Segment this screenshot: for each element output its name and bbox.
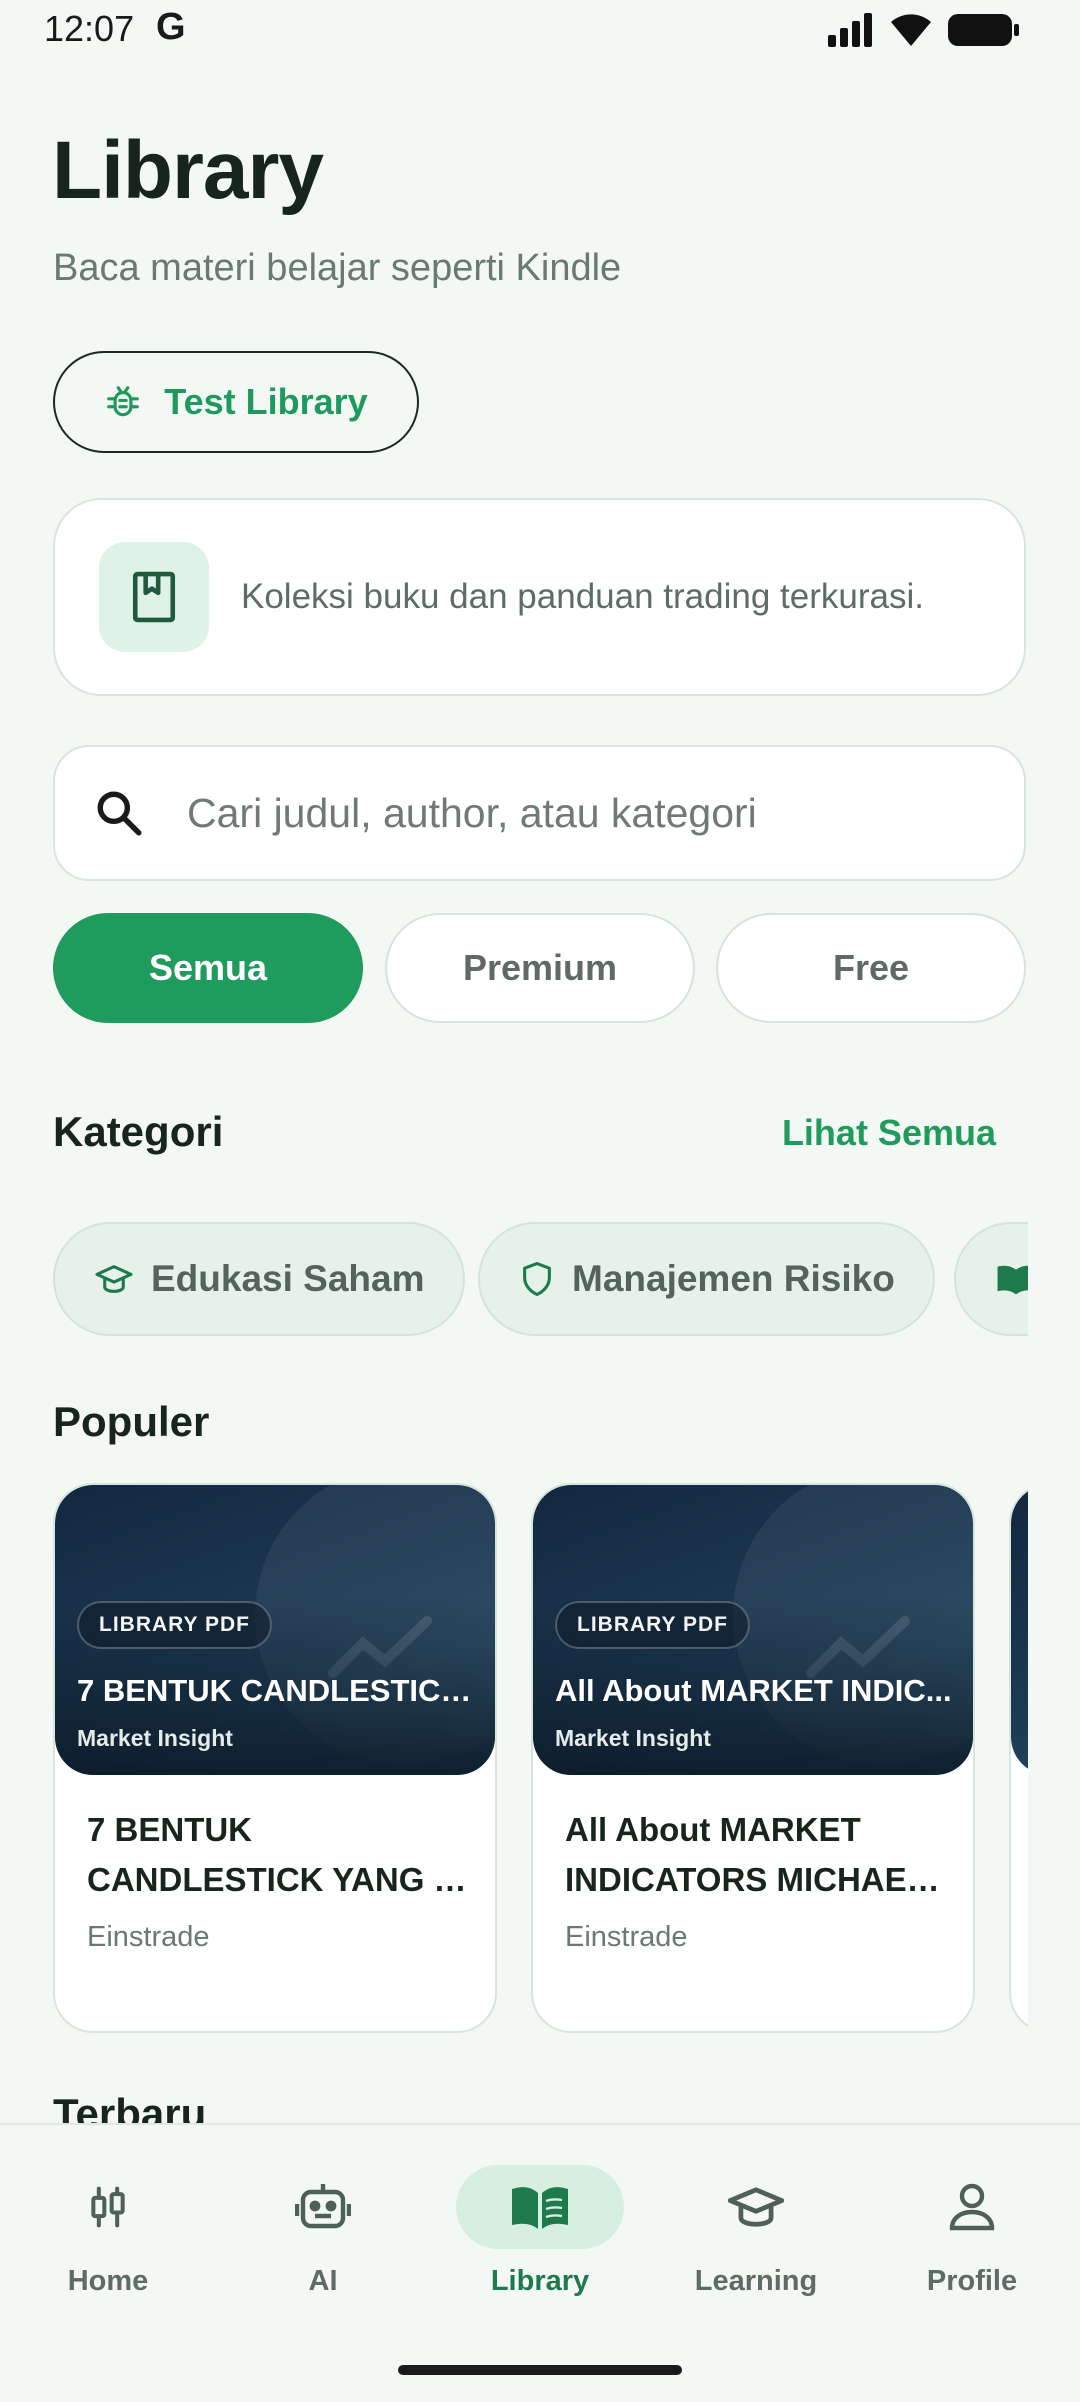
robot-icon <box>295 2184 351 2229</box>
nav-home[interactable]: Home <box>8 2165 208 2325</box>
search-icon <box>91 785 147 841</box>
battery-icon <box>948 14 1019 46</box>
nav-label: Profile <box>926 2265 1018 2297</box>
test-library-button[interactable]: Test Library <box>53 351 419 453</box>
shield-icon <box>523 1262 551 1296</box>
book-cover <box>1011 1485 1028 1775</box>
book-author: Einstrade <box>565 1921 688 1953</box>
open-book-icon <box>997 1265 1028 1295</box>
nav-label: Library <box>490 2265 590 2297</box>
nav-pill <box>239 2165 407 2249</box>
filter-semua[interactable]: Semua <box>53 913 363 1023</box>
category-row: Edukasi Saham Manajemen Risiko <box>53 1222 1028 1338</box>
google-icon: G <box>156 6 186 48</box>
page-subtitle: Baca materi belajar seperti Kindle <box>53 247 622 289</box>
wifi-icon <box>891 14 931 46</box>
book-card[interactable]: LIBRARY PDF 7 BENTUK CANDLESTICK... Mark… <box>53 1483 497 2033</box>
info-text: Koleksi buku dan panduan trading terkura… <box>241 577 924 616</box>
popular-row: LIBRARY PDF 7 BENTUK CANDLESTICK... Mark… <box>53 1483 1028 2035</box>
category-chip-more[interactable] <box>954 1222 1028 1336</box>
book-card-partial[interactable] <box>1009 1483 1028 2033</box>
nav-ai[interactable]: AI <box>223 2165 423 2325</box>
nav-pill <box>888 2165 1056 2249</box>
populer-title: Populer <box>53 1398 210 1445</box>
status-icons <box>828 12 1020 48</box>
cover-badge: LIBRARY PDF <box>555 1601 751 1649</box>
category-label: Edukasi Saham <box>151 1258 425 1299</box>
test-library-label: Test Library <box>164 381 368 422</box>
cover-title: All About MARKET INDIC... <box>555 1673 952 1708</box>
kategori-title: Kategori <box>53 1108 224 1155</box>
info-icon-box <box>99 542 209 652</box>
signal-icon <box>828 13 872 47</box>
nav-label: Learning <box>694 2265 818 2297</box>
category-chip-edukasi-saham[interactable]: Edukasi Saham <box>53 1222 465 1336</box>
filter-premium[interactable]: Premium <box>385 913 695 1023</box>
graduation-cap-icon <box>728 2187 784 2227</box>
nav-label: Home <box>67 2265 149 2297</box>
nav-pill-active <box>456 2165 624 2249</box>
filter-free[interactable]: Free <box>716 913 1026 1023</box>
open-book-icon <box>512 2187 568 2229</box>
nav-profile[interactable]: Profile <box>872 2165 1072 2325</box>
search-input[interactable] <box>185 788 969 838</box>
home-indicator[interactable] <box>398 2365 682 2375</box>
cover-subtitle: Market Insight <box>77 1725 233 1751</box>
page-title: Library <box>52 125 324 216</box>
nav-learning[interactable]: Learning <box>656 2165 856 2325</box>
cover-badge: LIBRARY PDF <box>77 1601 273 1649</box>
category-label: Manajemen Risiko <box>572 1258 895 1299</box>
chart-candles-icon <box>91 2186 125 2228</box>
book-title: All About MARKET INDICATORS MICHAE… <box>565 1811 940 1898</box>
category-chip-manajemen-risiko[interactable]: Manajemen Risiko <box>478 1222 935 1336</box>
see-all-link[interactable]: Lihat Semua <box>782 1112 996 1154</box>
status-time: 12:07 <box>44 8 135 49</box>
person-icon <box>949 2183 995 2231</box>
cover-subtitle: Market Insight <box>555 1725 711 1751</box>
search-bar[interactable] <box>53 745 1026 881</box>
nav-library[interactable]: Library <box>440 2165 640 2325</box>
cover-title: 7 BENTUK CANDLESTICK... <box>77 1673 477 1708</box>
book-bookmark-icon <box>132 571 176 623</box>
nav-pill <box>24 2165 192 2249</box>
bottom-nav: Home AI Library Learning Profile <box>0 2123 1080 2402</box>
book-cover: LIBRARY PDF All About MARKET INDIC... Ma… <box>533 1485 973 1775</box>
info-card: Koleksi buku dan panduan trading terkura… <box>53 498 1026 696</box>
graduation-cap-icon <box>95 1265 133 1293</box>
bug-icon <box>107 386 140 417</box>
book-cover: LIBRARY PDF 7 BENTUK CANDLESTICK... Mark… <box>55 1485 495 1775</box>
book-title: 7 BENTUK CANDLESTICK YANG … <box>87 1811 467 1898</box>
nav-pill <box>672 2165 840 2249</box>
book-author: Einstrade <box>87 1921 210 1953</box>
book-card[interactable]: LIBRARY PDF All About MARKET INDIC... Ma… <box>531 1483 975 2033</box>
nav-label: AI <box>308 2265 338 2297</box>
